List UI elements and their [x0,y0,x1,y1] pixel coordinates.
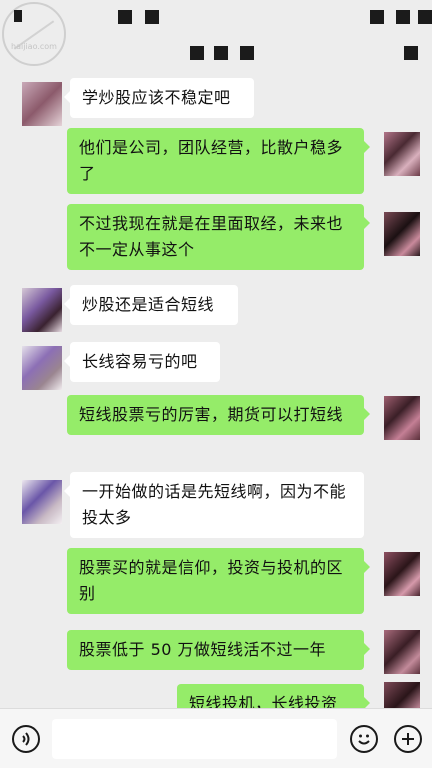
chat-title-redaction [240,46,254,60]
status-bar-redaction [418,10,432,24]
more-options-icon[interactable] [404,46,418,60]
message-list[interactable]: 学炒股应该不稳定吧 他们是公司，团队经营，比散户稳多了 不过我现在就是在里面取经… [0,70,432,708]
my-avatar[interactable] [384,552,420,596]
chat-title-redaction [214,46,228,60]
message-input[interactable] [52,719,337,759]
status-bar-redaction [118,10,132,24]
my-avatar[interactable] [384,630,420,674]
my-avatar[interactable] [384,212,420,256]
contact-avatar[interactable] [22,480,62,524]
status-bar-redaction [396,10,410,24]
watermark-logo: haijiao.com [2,2,66,66]
contact-avatar[interactable] [22,288,62,332]
voice-icon-glyph [22,732,30,746]
my-avatar[interactable] [384,396,420,440]
contact-avatar[interactable] [22,346,62,390]
emoji-icon[interactable] [350,725,378,753]
contact-avatar[interactable] [22,82,62,126]
message-bubble-outgoing[interactable]: 股票低于 50 万做短线活不过一年 [67,630,370,670]
input-bar [0,708,432,768]
message-bubble-outgoing[interactable]: 不过我现在就是在里面取经，未来也不一定从事这个 [67,204,370,270]
message-bubble-incoming[interactable]: 长线容易亏的吧 [64,342,220,382]
message-bubble-outgoing[interactable]: 他们是公司，团队经营，比散户稳多了 [67,128,370,194]
plus-icon[interactable] [394,725,422,753]
my-avatar[interactable] [384,682,420,708]
emoji-icon-glyph [358,734,370,745]
chat-header: haijiao.com [0,0,432,70]
message-bubble-incoming[interactable]: 炒股还是适合短线 [64,285,238,325]
message-bubble-outgoing[interactable]: 股票买的就是信仰，投资与投机的区别 [67,548,370,614]
status-bar-redaction [370,10,384,24]
chat-title-redaction [190,46,204,60]
message-bubble-incoming[interactable]: 学炒股应该不稳定吧 [64,78,254,118]
message-bubble-outgoing[interactable]: 短线投机，长线投资 [177,684,370,708]
voice-icon[interactable] [12,725,40,753]
watermark-text: haijiao.com [11,42,57,51]
plus-icon-glyph [402,733,414,745]
my-avatar[interactable] [384,132,420,176]
status-bar-redaction [145,10,159,24]
status-bar-redaction [14,10,22,22]
message-bubble-outgoing[interactable]: 短线股票亏的厉害，期货可以打短线 [67,395,370,435]
message-bubble-incoming[interactable]: 一开始做的话是先短线啊，因为不能投太多 [64,472,364,538]
